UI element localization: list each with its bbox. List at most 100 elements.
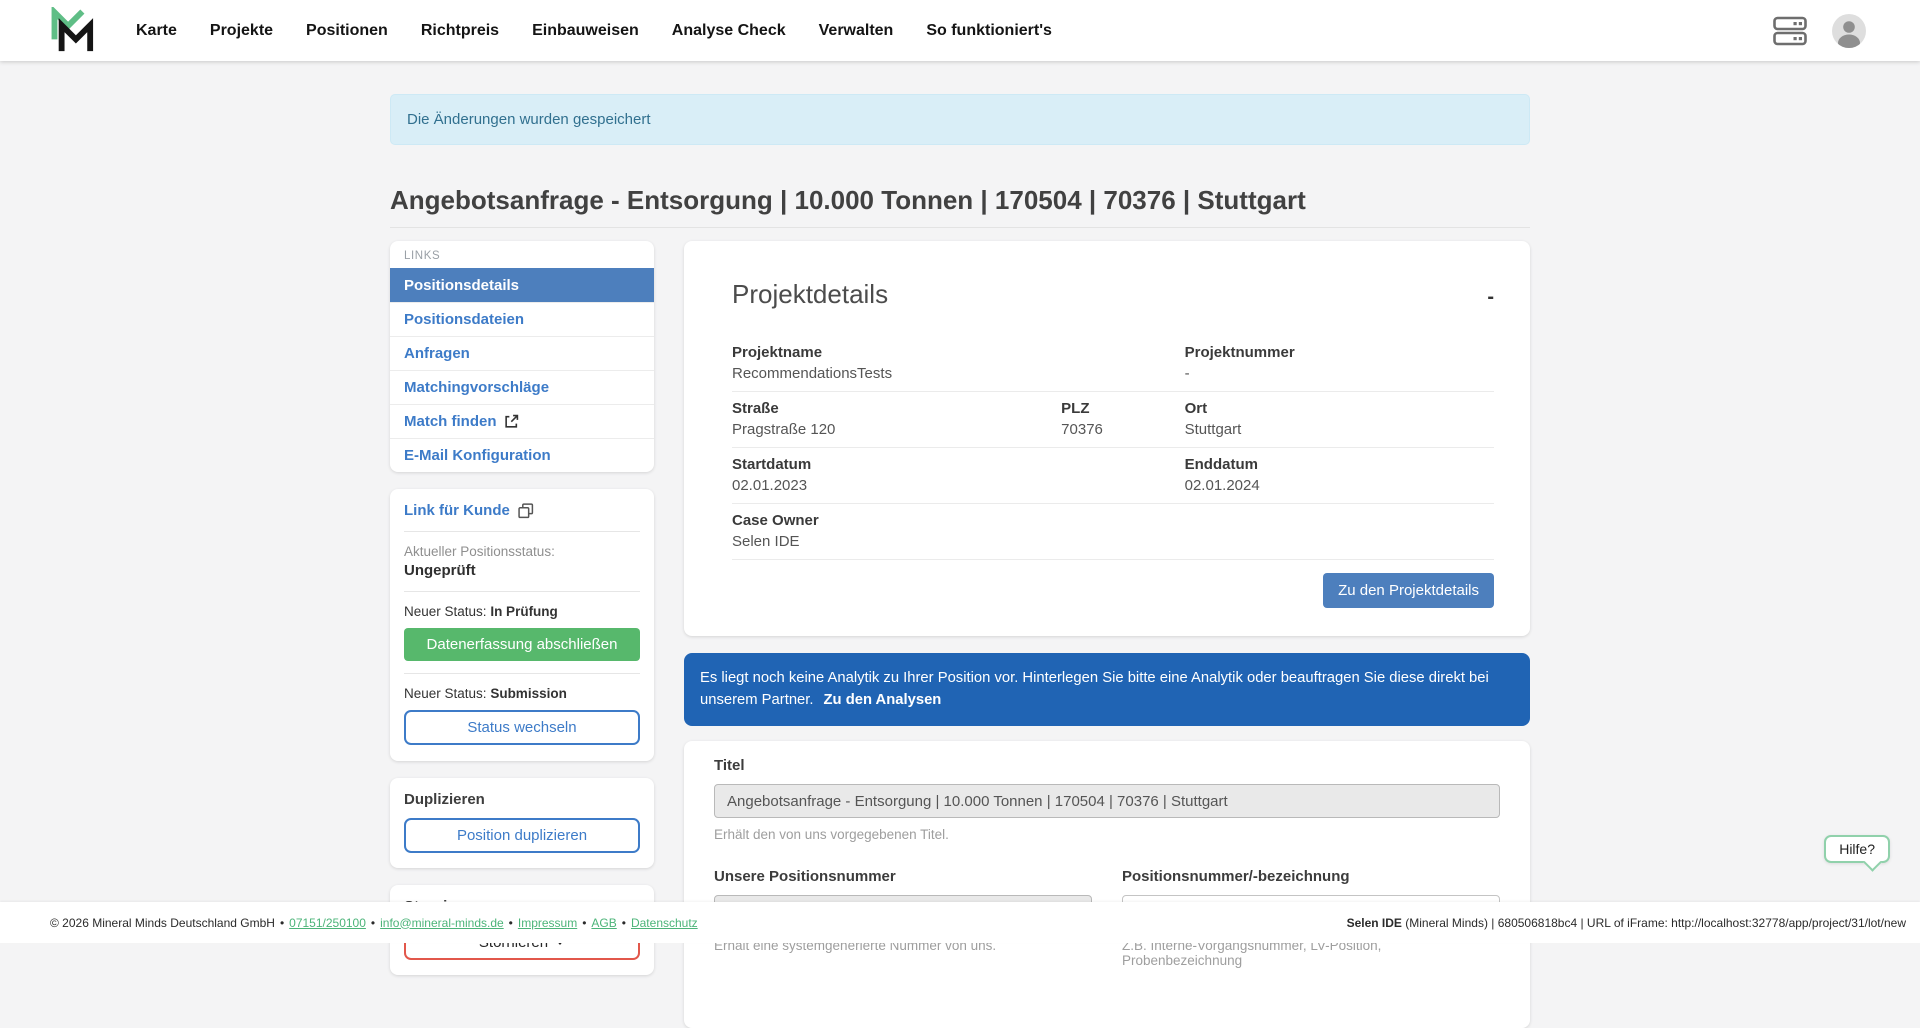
- topbar-actions: [1773, 13, 1867, 49]
- footer-left: © 2026 Mineral Minds Deutschland GmbH • …: [50, 916, 698, 930]
- divider: [404, 591, 640, 592]
- user-avatar-icon[interactable]: [1831, 13, 1867, 49]
- sidebar-item-label: Anfragen: [404, 345, 470, 362]
- titel-label: Titel: [714, 757, 1500, 774]
- help-button-label: Hilfe?: [1839, 841, 1875, 857]
- sidebar-item-anfragen[interactable]: Anfragen: [390, 336, 654, 370]
- pos-number-label: Positionsnummer/-bezeichnung: [1122, 868, 1500, 885]
- footer-copyright: © 2026 Mineral Minds Deutschland GmbH: [50, 916, 275, 930]
- detail-row-projektname: Projektname RecommendationsTests Projekt…: [732, 336, 1494, 392]
- new-status-value: In Prüfung: [490, 604, 558, 619]
- customer-link[interactable]: Link für Kunde: [404, 502, 510, 519]
- sidebar-item-label: Positionsdateien: [404, 311, 524, 328]
- field-value: 70376: [1061, 421, 1184, 438]
- copy-icon[interactable]: [518, 503, 534, 519]
- nav-analyse-check[interactable]: Analyse Check: [672, 22, 786, 40]
- sidebar-item-label: Match finden: [404, 413, 497, 430]
- footer-impressum-link[interactable]: Impressum: [518, 916, 577, 930]
- logo-icon: [48, 7, 96, 55]
- projektdetails-rows: Projektname RecommendationsTests Projekt…: [732, 336, 1494, 560]
- analytics-banner: Es liegt noch keine Analytik zu Ihrer Po…: [684, 653, 1530, 726]
- our-number-label: Unsere Positionsnummer: [714, 868, 1092, 885]
- field-value: -: [1185, 365, 1494, 382]
- footer-email-link[interactable]: info@mineral-minds.de: [380, 916, 504, 930]
- analytics-banner-text: Es liegt noch keine Analytik zu Ihrer Po…: [700, 670, 1489, 708]
- top-navigation-bar: Karte Projekte Positionen Richtpreis Ein…: [0, 0, 1920, 61]
- sidebar-item-positionsdateien[interactable]: Positionsdateien: [390, 302, 654, 336]
- projektdetails-card: Projektdetails - Projektname Recommendat…: [684, 241, 1530, 636]
- mineral-minds-logo[interactable]: [48, 7, 110, 55]
- sidebar-item-label: Matchingvorschläge: [404, 379, 549, 396]
- field-label: PLZ: [1061, 400, 1184, 417]
- footer-separator: •: [509, 916, 513, 930]
- page-title: Angebotsanfrage - Entsorgung | 10.000 To…: [390, 187, 1530, 228]
- links-panel: LINKS Positionsdetails Positionsdateien …: [390, 241, 654, 472]
- detail-row-case-owner: Case Owner Selen IDE: [732, 504, 1494, 560]
- page-container: Die Änderungen wurden gespeichert Angebo…: [390, 94, 1530, 1028]
- nav-einbauweisen[interactable]: Einbauweisen: [532, 22, 639, 40]
- field-label: Projektname: [732, 344, 1185, 361]
- change-status-button[interactable]: Status wechseln: [404, 710, 640, 745]
- field-label: Ort: [1185, 400, 1494, 417]
- footer-phone-link[interactable]: 07151/250100: [289, 916, 366, 930]
- field-value: 02.01.2024: [1185, 477, 1494, 494]
- footer-separator: •: [280, 916, 284, 930]
- footer-session-rest: (Mineral Minds) | 680506818bc4 | URL of …: [1402, 916, 1906, 930]
- sidebar: LINKS Positionsdetails Positionsdateien …: [390, 241, 654, 975]
- footer-separator: •: [582, 916, 586, 930]
- field-label: Straße: [732, 400, 1061, 417]
- new-status-prefix: Neuer Status:: [404, 604, 487, 619]
- help-button[interactable]: Hilfe?: [1824, 835, 1890, 863]
- position-form-card: Titel Erhält den von uns vorgegebenen Ti…: [684, 741, 1530, 1028]
- nav-positionen[interactable]: Positionen: [306, 22, 388, 40]
- field-value: Stuttgart: [1185, 421, 1494, 438]
- titel-help: Erhält den von uns vorgegebenen Titel.: [714, 827, 1500, 842]
- field-value: Pragstraße 120: [732, 421, 1061, 438]
- links-panel-header: LINKS: [390, 241, 654, 268]
- sidebar-item-label: E-Mail Konfiguration: [404, 447, 551, 464]
- field-value: 02.01.2023: [732, 477, 1185, 494]
- duplicate-panel: Duplizieren Position duplizieren: [390, 778, 654, 868]
- saved-alert-text: Die Änderungen wurden gespeichert: [407, 111, 651, 128]
- server-stack-icon[interactable]: [1773, 16, 1807, 46]
- go-to-project-details-button[interactable]: Zu den Projektdetails: [1323, 573, 1494, 608]
- external-link-icon: [504, 414, 519, 429]
- field-label: Enddatum: [1185, 456, 1494, 473]
- nav-richtpreis[interactable]: Richtpreis: [421, 22, 499, 40]
- projektdetails-title: Projektdetails: [732, 279, 888, 310]
- divider: [404, 673, 640, 674]
- titel-input: [714, 784, 1500, 818]
- duplicate-panel-title: Duplizieren: [404, 791, 640, 808]
- saved-alert: Die Änderungen wurden gespeichert: [390, 94, 1530, 145]
- current-status-value: Ungeprüft: [404, 562, 640, 579]
- go-to-analyses-link[interactable]: Zu den Analysen: [824, 692, 942, 708]
- new-status-value: Submission: [490, 686, 567, 701]
- sidebar-item-positionsdetails[interactable]: Positionsdetails: [390, 268, 654, 302]
- footer: © 2026 Mineral Minds Deutschland GmbH • …: [0, 902, 1920, 943]
- detail-row-adresse: Straße Pragstraße 120 PLZ 70376 Ort Stut…: [732, 392, 1494, 448]
- collapse-icon[interactable]: -: [1487, 287, 1494, 307]
- field-label: Case Owner: [732, 512, 1494, 529]
- duplicate-position-button[interactable]: Position duplizieren: [404, 818, 640, 853]
- nav-so-funktionierts[interactable]: So funktioniert's: [926, 22, 1052, 40]
- field-label: Startdatum: [732, 456, 1185, 473]
- nav-projekte[interactable]: Projekte: [210, 22, 273, 40]
- footer-agb-link[interactable]: AGB: [591, 916, 616, 930]
- status-panel: Link für Kunde Aktueller Positionsstatus…: [390, 489, 654, 761]
- complete-data-entry-button[interactable]: Datenerfassung abschließen: [404, 628, 640, 661]
- new-status-row-1: Neuer Status: In Prüfung: [404, 604, 640, 619]
- sidebar-item-email-konfiguration[interactable]: E-Mail Konfiguration: [390, 438, 654, 472]
- sidebar-item-matchingvorschlaege[interactable]: Matchingvorschläge: [390, 370, 654, 404]
- field-value: Selen IDE: [732, 533, 1494, 550]
- current-status-label: Aktueller Positionsstatus:: [404, 544, 640, 559]
- divider: [404, 531, 640, 532]
- footer-separator: •: [371, 916, 375, 930]
- footer-datenschutz-link[interactable]: Datenschutz: [631, 916, 698, 930]
- field-label: Projektnummer: [1185, 344, 1494, 361]
- detail-row-datum: Startdatum 02.01.2023 Enddatum 02.01.202…: [732, 448, 1494, 504]
- sidebar-item-match-finden[interactable]: Match finden: [390, 404, 654, 438]
- nav-karte[interactable]: Karte: [136, 22, 177, 40]
- main-nav: Karte Projekte Positionen Richtpreis Ein…: [136, 22, 1052, 40]
- new-status-prefix: Neuer Status:: [404, 686, 487, 701]
- nav-verwalten[interactable]: Verwalten: [819, 22, 894, 40]
